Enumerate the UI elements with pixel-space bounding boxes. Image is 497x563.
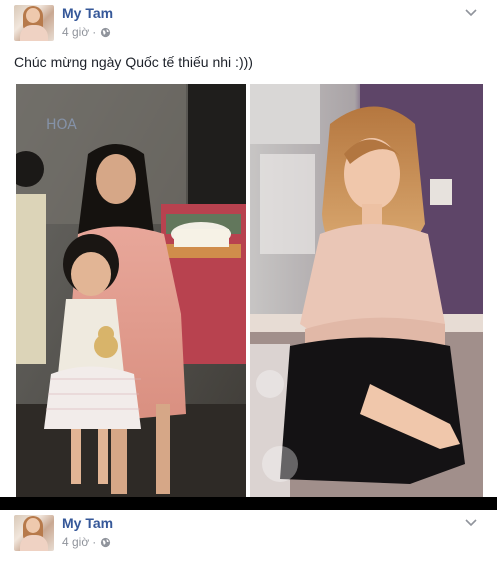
childhood-photo[interactable]: HOA: [16, 84, 246, 497]
author-name-link[interactable]: My Tam: [62, 515, 113, 531]
post-caption: Chúc mừng ngày Quốc tế thiếu nhi :))): [14, 54, 253, 70]
post-timestamp[interactable]: 4 giờ: [62, 25, 89, 39]
post-meta: 4 giờ ·: [62, 25, 111, 39]
post-meta: 4 giờ ·: [62, 535, 111, 549]
photo-collage[interactable]: HOA: [16, 84, 483, 497]
svg-text:HOA: HOA: [46, 117, 77, 133]
post-timestamp[interactable]: 4 giờ: [62, 535, 89, 549]
portrait-photo[interactable]: [250, 84, 483, 497]
post-card: My Tam 4 giờ · Chúc mừng ngày Quốc tế th…: [0, 0, 497, 497]
author-avatar[interactable]: [14, 515, 54, 551]
author-avatar[interactable]: [14, 5, 54, 41]
chevron-down-icon[interactable]: [464, 5, 478, 19]
chevron-down-icon[interactable]: [464, 515, 478, 529]
author-name-link[interactable]: My Tam: [62, 5, 113, 21]
post-header: My Tam 4 giờ ·: [14, 5, 484, 41]
meta-separator: ·: [92, 535, 97, 549]
meta-separator: ·: [92, 25, 97, 39]
globe-icon[interactable]: [100, 27, 111, 38]
globe-icon[interactable]: [100, 537, 111, 548]
post-header: My Tam 4 giờ ·: [14, 515, 484, 551]
post-card: My Tam 4 giờ ·: [0, 510, 497, 563]
post-separator-bar: [0, 497, 497, 510]
